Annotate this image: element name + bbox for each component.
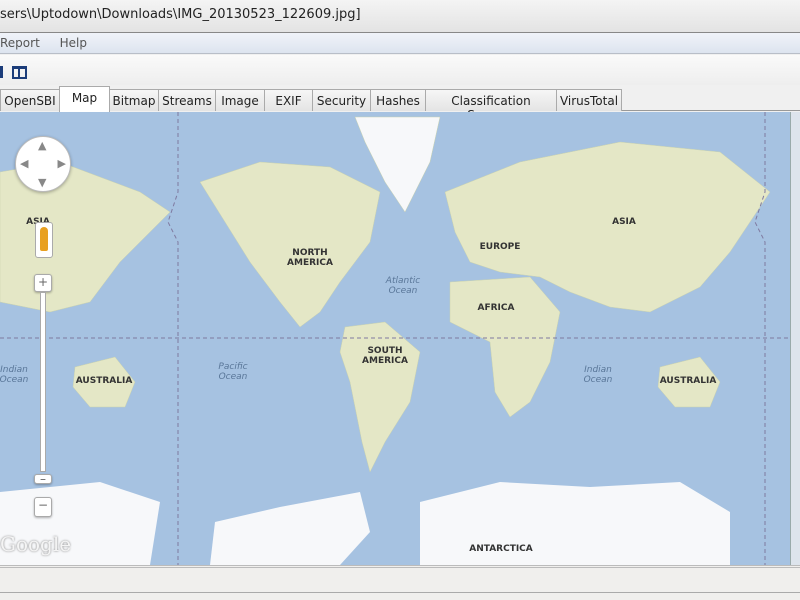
tab-opensbi[interactable]: OpenSBI bbox=[0, 89, 60, 111]
zoom-out-button[interactable]: − bbox=[34, 497, 52, 517]
pegman-icon[interactable] bbox=[35, 222, 53, 258]
label-indian-ocean: Indian Ocean bbox=[583, 365, 613, 385]
window-title: sers\Uptodown\Downloads\IMG_20130523_122… bbox=[0, 7, 361, 22]
pan-down-icon[interactable]: ▼ bbox=[38, 176, 46, 189]
label-europe: EUROPE bbox=[479, 242, 521, 252]
title-bar: sers\Uptodown\Downloads\IMG_20130523_122… bbox=[0, 0, 800, 33]
south-america bbox=[339, 321, 421, 473]
tab-security[interactable]: Security bbox=[312, 89, 371, 111]
menu-help[interactable]: Help bbox=[60, 36, 87, 50]
tab-exif[interactable]: EXIF bbox=[264, 89, 313, 111]
tab-streams[interactable]: Streams bbox=[158, 89, 216, 111]
toolbar bbox=[0, 55, 800, 85]
tab-classification-sources[interactable]: Classification Sources bbox=[425, 89, 557, 122]
status-bar bbox=[0, 565, 800, 600]
map-land bbox=[0, 112, 790, 565]
label-north-america: NORTH AMERICA bbox=[287, 248, 333, 268]
pan-right-icon[interactable]: ▶ bbox=[58, 157, 66, 170]
antarctica-mid bbox=[210, 492, 370, 565]
label-indian-ocean-left: Indian Ocean bbox=[0, 365, 29, 385]
zoom-slider-handle[interactable]: – bbox=[34, 473, 52, 485]
pan-left-icon[interactable]: ◀ bbox=[20, 157, 28, 170]
world-map[interactable]: NORTH AMERICA EUROPE ASIA ASIA AFRICA SO… bbox=[0, 112, 790, 565]
label-antarctica: ANTARCTICA bbox=[469, 544, 533, 554]
pan-control[interactable]: ▲ ◀ ▶ ▼ bbox=[15, 136, 71, 192]
label-south-america: SOUTH AMERICA bbox=[362, 346, 408, 366]
menu-bar: Report Help bbox=[0, 33, 800, 54]
toolbar-icon-partial[interactable] bbox=[0, 66, 3, 78]
africa bbox=[449, 276, 561, 418]
label-australia-left: AUSTRALIA bbox=[75, 376, 133, 386]
split-view-icon[interactable] bbox=[12, 66, 27, 79]
pan-up-icon[interactable]: ▲ bbox=[38, 139, 46, 152]
north-america bbox=[199, 161, 381, 328]
zoom-slider-track[interactable] bbox=[40, 292, 46, 472]
google-logo: Google bbox=[0, 532, 72, 556]
right-edge-panel bbox=[790, 112, 800, 565]
tab-map[interactable]: Map bbox=[59, 86, 110, 112]
zoom-in-button[interactable]: + bbox=[34, 274, 52, 292]
tab-image[interactable]: Image bbox=[215, 89, 265, 111]
label-pacific-ocean: Pacific Ocean bbox=[218, 362, 248, 382]
label-asia: ASIA bbox=[612, 217, 636, 227]
tab-virustotal[interactable]: VirusTotal bbox=[556, 89, 622, 111]
menu-report[interactable]: Report bbox=[0, 36, 40, 50]
tab-bitmap[interactable]: Bitmap bbox=[109, 89, 159, 111]
label-atlantic-ocean: Atlantic Ocean bbox=[385, 276, 421, 296]
tab-bar: OpenSBI Map Bitmap Streams Image EXIF Se… bbox=[0, 86, 800, 122]
tab-hashes[interactable]: Hashes bbox=[370, 89, 426, 111]
label-australia: AUSTRALIA bbox=[659, 376, 717, 386]
label-africa: AFRICA bbox=[477, 303, 515, 313]
